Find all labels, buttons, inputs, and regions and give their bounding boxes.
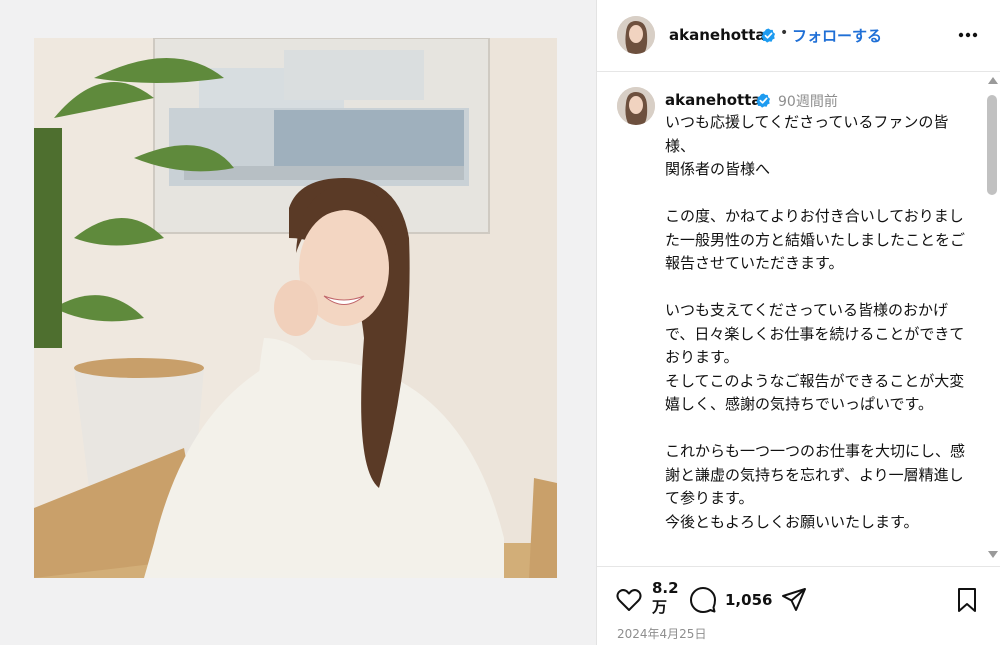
scrollbar[interactable] [985, 73, 999, 565]
more-options-icon[interactable] [955, 22, 981, 48]
caption-text: いつも応援してくださっているファンの皆様、 関係者の皆様へ この度、かねてよりお… [665, 113, 966, 531]
follow-button[interactable]: フォローする [792, 25, 882, 46]
scroll-up-arrow-icon[interactable] [988, 77, 998, 84]
username[interactable]: akanehotta [665, 91, 762, 109]
post-date: 2024年4月25日 [617, 627, 707, 641]
caption-comment: akanehotta 90週間前 いつも応援してくださっているファンの皆様、 関… [597, 73, 1000, 565]
comment-count[interactable]: 1,056 [725, 591, 772, 609]
scroll-thumb[interactable] [987, 95, 997, 195]
comment-icon[interactable] [689, 586, 717, 614]
media-area [0, 0, 596, 645]
post-photo[interactable] [34, 38, 557, 578]
separator-dot: • [780, 25, 789, 41]
action-bar: 8.2万 1,056 2024年4月25日 [597, 566, 1000, 645]
avatar[interactable] [617, 16, 655, 54]
post-header: akanehotta • フォローする [597, 0, 1000, 72]
verified-badge-icon [761, 28, 776, 43]
scroll-down-arrow-icon[interactable] [988, 551, 998, 558]
username[interactable]: akanehotta [669, 26, 766, 44]
avatar[interactable] [617, 87, 655, 125]
verified-badge-icon [756, 93, 771, 108]
instagram-post-view: akanehotta • フォローする akanehotta 90週間前 いつも… [0, 0, 1000, 645]
heart-icon[interactable] [615, 586, 643, 614]
bookmark-icon[interactable] [953, 586, 981, 614]
like-count[interactable]: 8.2万 [652, 579, 679, 617]
post-time[interactable]: 90週間前 [778, 91, 838, 111]
share-icon[interactable] [780, 586, 808, 614]
post-detail-panel: akanehotta • フォローする akanehotta 90週間前 いつも… [596, 0, 1000, 645]
